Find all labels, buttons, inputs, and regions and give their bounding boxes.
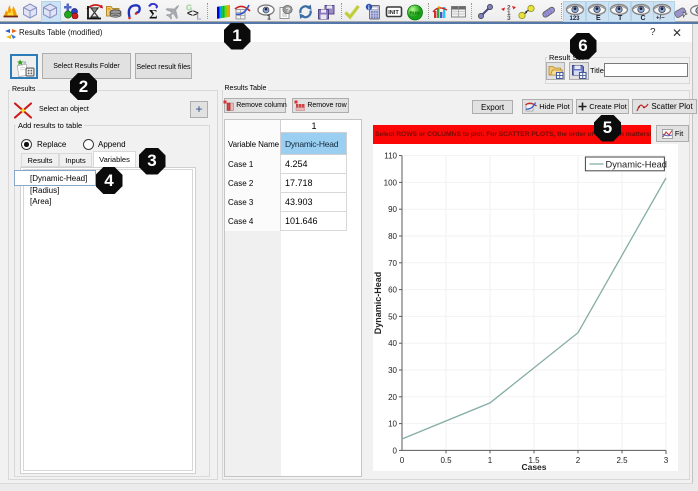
svg-text:123: 123	[570, 16, 581, 21]
svg-text:110: 110	[384, 152, 397, 161]
svg-text:40: 40	[388, 339, 397, 348]
svg-text:L: L	[197, 13, 202, 21]
svg-text:80: 80	[388, 232, 397, 241]
svg-text:50: 50	[388, 312, 397, 321]
svg-text:RUN: RUN	[410, 11, 421, 16]
svg-text:1: 1	[267, 15, 271, 21]
svg-text:C: C	[641, 15, 646, 21]
svg-text:20: 20	[388, 393, 397, 402]
svg-text:T: T	[618, 15, 623, 21]
svg-text:70: 70	[388, 259, 397, 268]
svg-text:30: 30	[388, 366, 397, 375]
svg-text:60: 60	[388, 286, 397, 295]
svg-text:90: 90	[388, 205, 397, 214]
svg-text:Dynamic-Head: Dynamic-Head	[606, 159, 667, 169]
svg-text:INIT: INIT	[388, 10, 399, 16]
svg-text:2: 2	[576, 456, 581, 465]
svg-text:0: 0	[400, 456, 405, 465]
svg-text:?: ?	[286, 5, 291, 14]
svg-text:Cases: Cases	[521, 462, 546, 471]
svg-text:0: 0	[393, 446, 398, 455]
svg-text:2.5: 2.5	[616, 456, 628, 465]
svg-text:+/−: +/−	[656, 16, 665, 22]
svg-text:Σ: Σ	[149, 7, 158, 20]
svg-text:3: 3	[664, 456, 669, 465]
svg-text:0.5: 0.5	[440, 456, 452, 465]
svg-text:Dynamic-Head: Dynamic-Head	[373, 272, 383, 335]
svg-text:10: 10	[388, 420, 397, 429]
svg-text:1: 1	[488, 456, 493, 465]
svg-text:3: 3	[507, 15, 511, 20]
svg-text:E: E	[596, 15, 601, 21]
svg-text:100: 100	[384, 178, 398, 187]
